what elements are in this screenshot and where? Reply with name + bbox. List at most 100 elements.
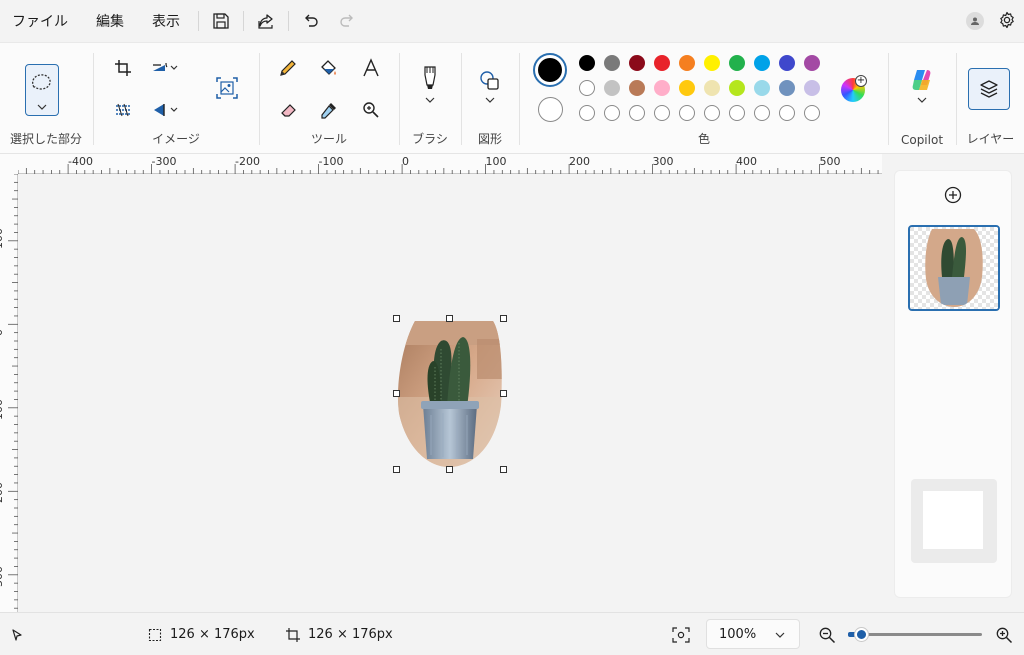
color-swatch[interactable] [704,55,720,71]
color-swatch[interactable] [604,55,620,71]
resize-skew-icon [116,103,130,117]
color-swatch[interactable] [629,55,645,71]
resize-handle-right[interactable] [500,390,507,397]
fit-to-window-button[interactable] [672,613,690,655]
color-swatch[interactable] [804,80,820,96]
custom-color-slot[interactable] [679,105,695,121]
add-layer-button[interactable] [943,185,963,205]
color-swatch[interactable] [579,80,595,96]
color-swatch[interactable] [779,80,795,96]
color-swatch[interactable] [604,80,620,96]
custom-color-slot[interactable] [629,105,645,121]
custom-color-slot[interactable] [704,105,720,121]
layer-thumbnail-active[interactable] [908,225,1000,311]
selection-size-text: 126 × 176px [170,627,255,642]
remove-background-button[interactable] [212,73,242,103]
fill-button[interactable] [314,53,344,83]
undo-icon[interactable] [293,5,329,37]
color-swatch[interactable] [754,80,770,96]
divider [288,11,289,31]
custom-color-slot[interactable] [579,105,595,121]
color-swatch[interactable] [729,55,745,71]
cactus-image [397,321,502,468]
paint-bucket-icon [321,60,336,75]
color-swatch[interactable] [654,55,670,71]
custom-color-slot[interactable] [604,105,620,121]
image-canvas[interactable] [393,315,507,473]
custom-color-slot[interactable] [804,105,820,121]
selection-dashed-icon [148,628,162,641]
resize-handle-bottom[interactable] [446,466,453,473]
horizontal-ruler: -400 -300 -200 -100 0 100 200 300 400 500 [18,154,882,174]
ruler-label: -200 [235,155,260,168]
crop-button[interactable] [108,53,138,83]
resize-handle-top-right[interactable] [500,315,507,322]
settings-gear-icon[interactable] [998,11,1016,32]
image-group: イメージ [94,43,258,155]
magnifier-button[interactable] [356,95,386,125]
zoom-in-button[interactable] [995,613,1013,655]
color-swatch[interactable] [704,80,720,96]
account-avatar-icon[interactable] [966,12,984,30]
zoom-out-button[interactable] [818,613,836,655]
lasso-select-icon [32,74,51,90]
tools-group: ツール [260,43,398,155]
ruler-label: 300 [652,155,674,168]
custom-color-slot[interactable] [779,105,795,121]
layers-toggle-button[interactable] [968,68,1010,110]
ruler-label: 400 [736,155,757,168]
color-swatch[interactable] [679,55,695,71]
eraser-button[interactable] [273,95,303,125]
resize-handle-bottom-left[interactable] [393,466,400,473]
layers-group: レイヤー [957,43,1024,155]
menu-edit[interactable]: 編集 [82,0,138,42]
ruler-label: 100 [485,155,507,168]
pencil-button[interactable] [273,53,303,83]
save-icon[interactable] [203,5,239,37]
menu-view[interactable]: 表示 [138,0,194,42]
color-swatch[interactable] [654,80,670,96]
color-swatch[interactable] [679,80,695,96]
color-swatch[interactable] [729,80,745,96]
layer-thumbnail-background[interactable] [911,479,997,563]
share-icon[interactable] [248,5,284,37]
free-form-select-button[interactable] [25,64,59,116]
custom-color-slot[interactable] [754,105,770,121]
zoom-slider[interactable] [848,628,982,641]
resize-handle-top-left[interactable] [393,315,400,322]
color-swatch[interactable] [804,55,820,71]
color-picker-button[interactable] [314,95,344,125]
brush-group-label: ブラシ [412,132,448,146]
custom-color-slot[interactable] [654,105,670,121]
resize-button[interactable] [108,95,138,125]
zoom-level-dropdown[interactable]: 100% [706,619,800,649]
fit-screen-icon [672,626,690,643]
ruler-label: -300 [151,155,177,168]
color-swatch[interactable] [779,55,795,71]
custom-color-slot[interactable] [729,105,745,121]
flip-button[interactable] [150,95,180,125]
color-swatch[interactable] [629,80,645,96]
divider [243,11,244,31]
layers-group-label: レイヤー [966,132,1015,146]
primary-color-button[interactable] [533,53,567,87]
rotate-button[interactable] [150,53,180,83]
resize-handle-left[interactable] [393,390,400,397]
menu-file[interactable]: ファイル [0,0,82,42]
resize-handle-top[interactable] [446,315,453,322]
zoom-slider-thumb[interactable] [855,628,869,641]
shapes-button[interactable] [475,69,505,115]
copilot-button[interactable] [907,67,937,111]
ruler-label: 200 [0,482,5,503]
edit-colors-button[interactable]: + [840,75,868,103]
secondary-color-button[interactable] [538,97,563,122]
redo-icon[interactable] [329,5,365,37]
color-swatch[interactable] [754,55,770,71]
shapes-icon [480,71,499,90]
color-swatch[interactable] [579,55,595,71]
eyedropper-icon [321,103,336,119]
brush-button[interactable] [414,63,446,115]
ruler-label: 100 [0,398,5,420]
resize-handle-bottom-right[interactable] [500,466,507,473]
text-button[interactable] [356,53,386,83]
